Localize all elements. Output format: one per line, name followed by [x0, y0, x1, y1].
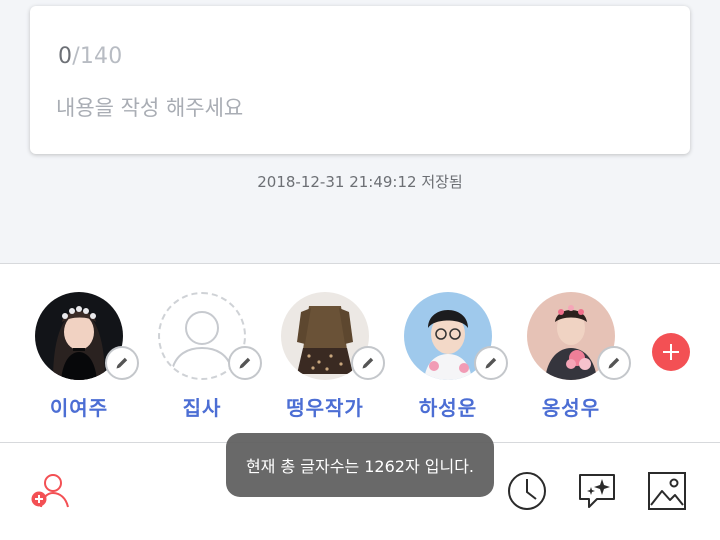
- pencil-icon: [116, 357, 128, 369]
- char-count: 0: [58, 44, 73, 69]
- saved-timestamp: 2018-12-31 21:49:12 저장됨: [257, 173, 463, 191]
- character-item[interactable]: 옹성우: [521, 292, 631, 422]
- edit-character-button[interactable]: [474, 346, 508, 380]
- pencil-icon: [608, 357, 620, 369]
- character-name: 떵우작가: [286, 396, 364, 420]
- character-item[interactable]: 이여주: [29, 292, 139, 422]
- clock-icon: [508, 472, 546, 510]
- content-input[interactable]: [56, 88, 656, 128]
- edit-character-button[interactable]: [105, 346, 139, 380]
- character-name: 집사: [182, 396, 222, 420]
- editor-area: 0/140 2018-12-31 21:49:12 저장됨: [0, 0, 720, 263]
- character-item[interactable]: 떵우작가: [275, 292, 385, 422]
- char-limit: /140: [72, 44, 123, 69]
- character-name: 이여주: [49, 396, 109, 420]
- character-item[interactable]: 집사: [152, 292, 262, 422]
- pencil-icon: [239, 357, 251, 369]
- edit-character-button[interactable]: [351, 346, 385, 380]
- plus-icon: [663, 344, 679, 360]
- edit-character-button[interactable]: [597, 346, 631, 380]
- image-icon: [648, 472, 686, 510]
- char-counter: 0/140: [58, 44, 122, 69]
- character-list: 이여주 집사 떵우작가 하성운 옹성우: [0, 264, 720, 442]
- character-name: 옹성우: [541, 396, 601, 420]
- history-button[interactable]: [505, 469, 549, 513]
- toast-message: 현재 총 글자수는 1262자 입니다.: [226, 433, 494, 497]
- ai-assist-button[interactable]: [575, 469, 619, 513]
- add-character-button[interactable]: [652, 333, 690, 371]
- pencil-icon: [485, 357, 497, 369]
- add-user-button[interactable]: [28, 469, 72, 513]
- edit-character-button[interactable]: [228, 346, 262, 380]
- editor-card: 0/140: [30, 6, 690, 154]
- ai-sparkle-icon: [579, 474, 615, 508]
- insert-image-button[interactable]: [645, 469, 689, 513]
- character-name: 하성운: [418, 396, 478, 420]
- add-user-icon: [31, 474, 69, 508]
- pencil-icon: [362, 357, 374, 369]
- character-item[interactable]: 하성운: [398, 292, 508, 422]
